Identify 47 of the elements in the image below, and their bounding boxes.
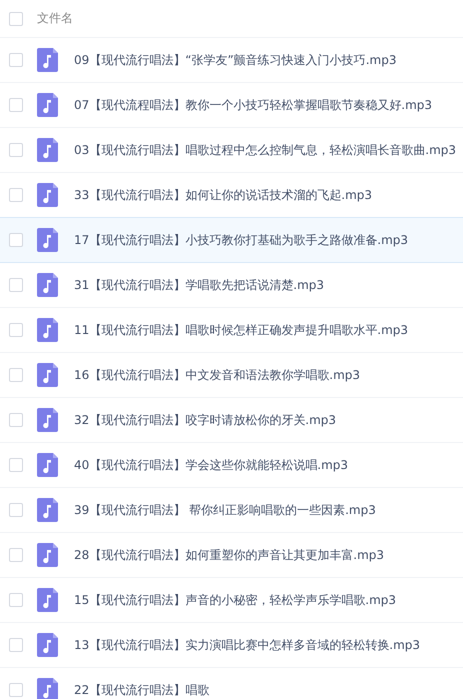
checkbox[interactable] (9, 458, 23, 472)
column-header: 文件名 (37, 10, 73, 27)
file-name[interactable]: 15【现代流行唱法】声音的小秘密，轻松学声乐学唱歌.mp3 (74, 592, 396, 608)
checkbox[interactable] (9, 143, 23, 157)
checkbox[interactable] (9, 323, 23, 337)
file-name[interactable]: 31【现代流行唱法】学唱歌先把话说清楚.mp3 (74, 276, 324, 294)
checkbox[interactable] (9, 593, 23, 607)
checkbox[interactable] (9, 188, 23, 202)
file-name[interactable]: 28【现代流行唱法】如何重塑你的声音让其更加丰富.mp3 (74, 546, 384, 564)
music-file-icon (37, 678, 58, 699)
music-file-icon (37, 48, 58, 72)
checkbox[interactable] (9, 368, 23, 382)
checkbox[interactable] (9, 548, 23, 562)
checkbox[interactable] (9, 98, 23, 112)
checkbox[interactable] (9, 503, 23, 517)
file-name[interactable]: 32【现代流行唱法】咬字时请放松你的牙关.mp3 (74, 412, 336, 428)
music-file-icon (37, 273, 58, 297)
music-file-icon (37, 228, 58, 252)
file-name[interactable]: 22【现代流行唱法】唱歌 (74, 682, 210, 698)
file-name[interactable]: 09【现代流行唱法】“张学友”颤音练习快速入门小技巧.mp3 (74, 52, 396, 68)
music-file-icon (37, 363, 58, 387)
music-file-icon (37, 93, 58, 117)
music-file-icon (37, 318, 58, 342)
music-file-icon (37, 453, 58, 477)
music-file-icon (37, 408, 58, 432)
checkbox[interactable] (9, 413, 23, 427)
file-name[interactable]: 07【现代流程唱法】教你一个小技巧轻松掌握唱歌节奏稳又好.mp3 (74, 96, 432, 114)
music-file-icon (37, 588, 58, 612)
file-name[interactable]: 13【现代流行唱法】实力演唱比赛中怎样多音域的轻松转换.mp3 (74, 636, 420, 654)
file-name[interactable]: 39【现代流行唱法】 帮你纠正影响唱歌的一些因素.mp3 (74, 502, 376, 518)
file-name[interactable]: 40【现代流行唱法】学会这些你就能轻松说唱.mp3 (74, 456, 348, 474)
checkbox[interactable] (9, 638, 23, 652)
checkbox[interactable] (9, 683, 23, 697)
checkbox[interactable] (9, 278, 23, 292)
music-file-icon (37, 183, 58, 207)
file-name[interactable]: 33【现代流行唱法】如何让你的说话技术溜的飞起.mp3 (74, 186, 372, 204)
checkbox[interactable] (9, 53, 23, 67)
music-file-icon (37, 138, 58, 162)
file-name[interactable]: 03【现代流行唱法】唱歌过程中怎么控制气息，轻松演唱长音歌曲.mp3 (74, 142, 456, 158)
file-name[interactable]: 11【现代流行唱法】唱歌时候怎样正确发声提升唱歌水平.mp3 (74, 322, 408, 338)
music-file-icon (37, 543, 58, 567)
checkbox[interactable] (9, 12, 23, 26)
file-name[interactable]: 16【现代流行唱法】中文发音和语法教你学唱歌.mp3 (74, 366, 360, 384)
checkbox[interactable] (9, 233, 23, 247)
file-name[interactable]: 17【现代流行唱法】小技巧教你打基础为歌手之路做准备.mp3 (74, 232, 408, 248)
music-file-icon (37, 498, 58, 522)
music-file-icon (37, 633, 58, 657)
